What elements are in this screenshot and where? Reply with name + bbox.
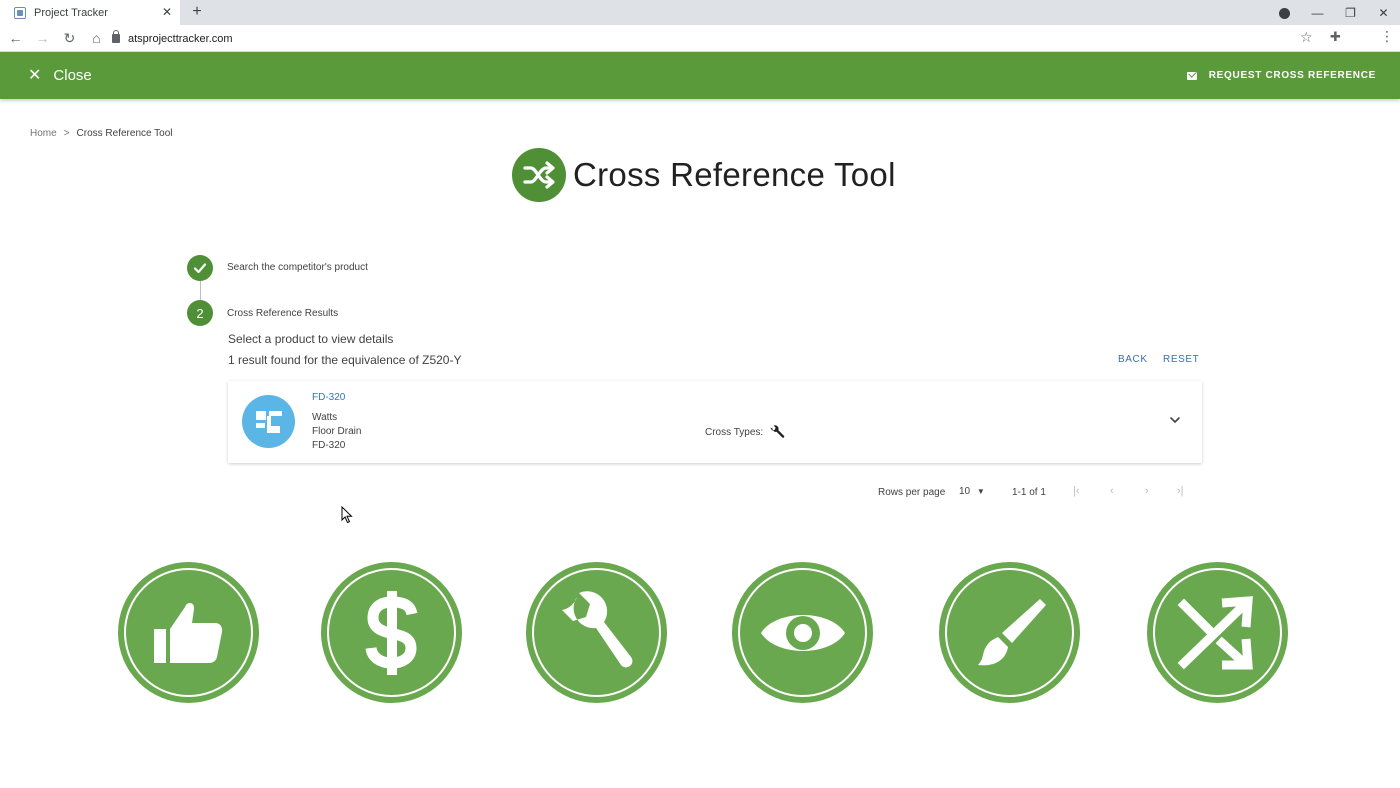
bookmark-star-icon[interactable]: ☆ [1300,29,1313,46]
breadcrumb: Home > Cross Reference Tool [30,128,173,139]
restore-icon[interactable]: ❐ [1334,6,1367,20]
minimize-icon[interactable]: — [1301,6,1334,20]
browser-menu-icon[interactable]: ⋮ [1380,28,1394,45]
mouse-cursor-icon [341,506,353,524]
chevron-down-icon[interactable] [1168,413,1182,427]
product-category-icon [242,395,295,448]
step-1-label: Search the competitor's product [227,262,368,273]
eye-icon [732,562,873,703]
forward-arrow-icon[interactable]: → [31,27,54,50]
dollar-icon [321,562,462,703]
window-controls: — ❐ ✕ [1268,0,1400,25]
pagination-range: 1-1 of 1 [1012,487,1046,498]
step-complete-check-icon [187,255,213,281]
previous-page-icon[interactable]: ‹ [1110,485,1114,497]
page-title: Cross Reference Tool [573,156,896,193]
results-count: 1 result found for the equivalence of Z5… [228,353,462,367]
step-2-number: 2 [187,300,213,326]
address-bar[interactable]: atsprojecttracker.com [104,28,1324,49]
browser-tab[interactable]: Project Tracker ✕ [0,0,180,25]
tab-title: Project Tracker [34,6,108,19]
extensions-puzzle-icon[interactable]: ✚ [1330,29,1341,45]
step-2-label: Cross Reference Results [227,308,339,319]
breadcrumb-separator: > [63,128,70,139]
shuffle-icon [1147,562,1288,703]
reload-icon[interactable]: ↻ [58,27,81,50]
back-arrow-icon[interactable]: ← [4,27,27,50]
wrench-icon [770,425,785,438]
browser-tabstrip: Project Tracker ✕ + — ❐ ✕ [0,0,1400,25]
rows-per-page-select[interactable]: 10 ▼ [959,486,985,497]
stepper-connector [200,281,201,300]
close-button[interactable]: ✕ Close [28,52,92,99]
last-page-icon[interactable]: ›| [1177,485,1184,497]
product-code-link[interactable]: FD-320 [312,392,345,403]
product-category: Floor Drain [312,426,362,437]
wrench-icon [526,562,667,703]
product-manufacturer: Watts [312,412,338,423]
next-page-icon[interactable]: › [1145,485,1149,497]
tab-close-icon[interactable]: ✕ [160,5,174,19]
new-tab-icon[interactable]: + [188,3,206,21]
dropdown-arrow-icon: ▼ [976,487,985,496]
product-model: FD-320 [312,440,346,451]
shuffle-logo-icon [512,148,566,202]
close-icon: ✕ [28,66,42,84]
cross-types: Cross Types: [705,424,785,440]
rows-per-page-label: Rows per page [878,487,946,498]
browser-toolbar: ← → ↻ ⌂ atsprojecttracker.com ☆ ✚ ⋮ [0,25,1400,52]
reset-button[interactable]: RESET [1163,354,1199,365]
request-label: REQUEST CROSS REFERENCE [1208,70,1376,81]
request-cross-reference-button[interactable]: REQUEST CROSS REFERENCE [1186,52,1376,99]
window-close-icon[interactable]: ✕ [1367,6,1400,20]
result-card[interactable]: FD-320 Watts Floor Drain FD-320 Cross Ty… [228,381,1202,463]
close-label: Close [53,67,92,84]
breadcrumb-home[interactable]: Home [30,128,57,139]
breadcrumb-current: Cross Reference Tool [76,128,173,139]
back-button[interactable]: BACK [1118,354,1148,365]
step-subtitle: Select a product to view details [228,332,394,346]
lock-icon [112,30,120,43]
cross-types-label: Cross Types: [705,426,764,438]
paintbrush-icon [939,562,1080,703]
thumbs-up-icon [118,562,259,703]
mail-icon [1186,71,1197,80]
tab-favicon-icon [14,6,26,19]
rows-per-page-value: 10 [959,486,971,497]
page-title-block: Cross Reference Tool [512,148,896,202]
app-header: ✕ Close REQUEST CROSS REFERENCE [0,52,1400,99]
url-text: atsprojecttracker.com [128,32,233,45]
first-page-icon[interactable]: |‹ [1073,485,1080,497]
profile-icon[interactable] [1268,6,1301,20]
